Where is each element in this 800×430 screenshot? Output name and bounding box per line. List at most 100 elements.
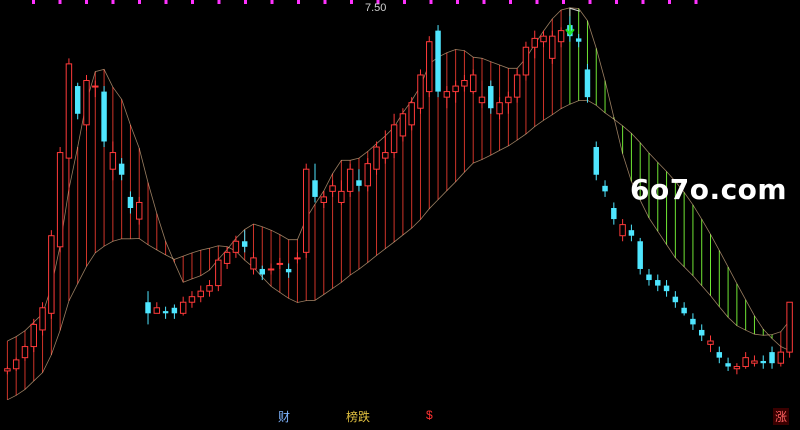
candle-body-down: [74, 86, 81, 114]
candle-body-up: [215, 259, 222, 287]
candle-body-up: [382, 152, 389, 159]
candle-body-down: [575, 38, 582, 42]
candle-body-down: [435, 30, 441, 92]
candle-body-down: [663, 285, 670, 292]
candle-body-up: [188, 296, 196, 303]
candle-body-up: [83, 80, 90, 126]
candle-body-up: [496, 102, 503, 115]
ranking-drop-marker[interactable]: 榜跌: [344, 408, 372, 425]
candle-body-down: [356, 180, 362, 186]
candle-body-down: [241, 241, 248, 247]
candle-body-up: [267, 268, 275, 271]
top-tick-mark: [562, 0, 565, 4]
candle-body-up: [92, 85, 99, 88]
candle-body-down: [127, 196, 134, 208]
candle-body-up: [461, 80, 468, 87]
top-tick-mark: [403, 0, 406, 4]
candle-body-down: [171, 307, 178, 314]
candle-body-up: [206, 285, 213, 292]
candle-body-down: [602, 185, 608, 192]
dollar-marker[interactable]: $: [424, 408, 435, 422]
top-tick-mark: [297, 0, 300, 4]
top-tick-mark: [270, 0, 274, 4]
candle-body-up: [276, 262, 284, 265]
sell-arrow-icon: [565, 24, 575, 36]
candle-body-down: [760, 360, 766, 364]
candle-body-down: [285, 268, 292, 273]
chart-canvas: [4, 0, 793, 401]
candle-body-up: [513, 74, 521, 98]
candle-body-down: [637, 241, 643, 269]
candle-body-up: [619, 224, 626, 237]
band-edge-dn: [7, 99, 790, 401]
candle-body-down: [628, 230, 635, 236]
candle-body-up: [302, 168, 310, 253]
top-tick-mark: [535, 0, 539, 4]
top-tick-mark: [58, 0, 62, 4]
top-tick-mark: [191, 0, 194, 4]
top-tick-mark: [641, 0, 645, 4]
candle-body-up: [179, 301, 187, 314]
candle-body-up: [338, 190, 345, 203]
watermark-text: 6o7o.com: [630, 173, 788, 206]
candle-body-up: [197, 290, 204, 298]
candle-body-down: [769, 352, 775, 364]
candle-body-down: [611, 208, 617, 220]
candle-body-up: [39, 307, 46, 331]
candle-body-up: [329, 185, 336, 192]
candle-body-down: [725, 363, 731, 367]
candle-body-up: [505, 96, 512, 104]
candle-body-down: [646, 274, 652, 281]
finance-marker[interactable]: 财: [276, 408, 292, 425]
candle-body-down: [101, 91, 107, 142]
candle-body-up: [390, 124, 398, 154]
top-tick-mark: [615, 0, 618, 4]
rise-marker[interactable]: 涨: [773, 408, 790, 425]
candlestick-chart: 7.50 6o7o.com 财 榜跌 $ 涨: [0, 0, 800, 425]
candle-body-up: [443, 91, 451, 98]
top-tick-mark: [668, 0, 671, 4]
candle-body-up: [452, 85, 459, 93]
top-tick-mark: [456, 0, 459, 4]
candle-body-up: [109, 152, 117, 170]
candle-body-up: [320, 196, 328, 203]
candle-body-up: [751, 360, 758, 364]
candle-body-down: [145, 302, 151, 314]
candle-body-up: [557, 30, 565, 43]
candle-body-up: [4, 368, 11, 372]
candle-body-down: [655, 280, 661, 286]
candle-body-up: [531, 37, 538, 48]
candle-body-up: [522, 46, 530, 76]
candle-body-down: [593, 147, 599, 175]
candle-body-down: [690, 318, 696, 325]
candle-body-up: [786, 301, 793, 353]
candle-body-up: [153, 307, 161, 314]
candle-body-up: [399, 113, 407, 137]
candle-body-up: [65, 63, 73, 159]
candle-body-down: [162, 311, 169, 314]
top-tick-mark: [429, 0, 433, 4]
top-tick-mark: [694, 0, 698, 4]
top-tick-mark: [164, 0, 168, 4]
top-tick-mark: [32, 0, 35, 4]
candle-body-down: [698, 329, 705, 336]
candle-body-up: [232, 240, 240, 253]
candle-body-up: [469, 74, 477, 93]
candle-body-up: [417, 74, 424, 109]
candle-body-down: [312, 180, 318, 197]
top-tick-mark: [138, 0, 141, 4]
candle-body-up: [373, 146, 380, 170]
candle-body-down: [118, 163, 125, 175]
candle-body-up: [364, 163, 371, 187]
candle-body-up: [250, 257, 257, 270]
top-tick-mark: [350, 0, 353, 4]
candle-body-down: [681, 307, 687, 314]
candle-body-down: [584, 69, 591, 98]
candle-body-down: [259, 268, 265, 275]
top-tick-mark: [482, 0, 486, 4]
top-tick-mark: [111, 0, 115, 4]
candle-body-up: [48, 235, 55, 314]
candle-body-down: [716, 352, 723, 358]
top-tick-mark: [244, 0, 247, 4]
candle-body-up: [478, 96, 486, 104]
